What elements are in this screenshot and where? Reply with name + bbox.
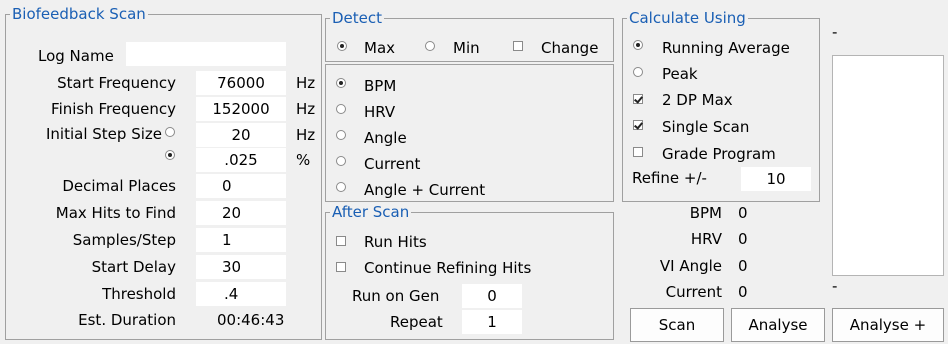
- decimal-places-label: Decimal Places: [62, 177, 176, 195]
- grade-program-label: Grade Program: [662, 145, 776, 163]
- start-delay-input[interactable]: 30: [196, 255, 286, 279]
- running-average-label: Running Average: [662, 39, 790, 57]
- current-radio[interactable]: [336, 156, 346, 166]
- vi-angle-readout-value: 0: [738, 257, 748, 275]
- calculate-using-title: Calculate Using: [627, 9, 748, 27]
- angle-label: Angle: [364, 129, 407, 147]
- run-hits-label: Run Hits: [364, 233, 427, 251]
- step-percent-unit: %: [296, 151, 311, 169]
- running-average-radio[interactable]: [633, 40, 643, 50]
- detect-change-label: Change: [541, 39, 599, 57]
- samples-step-input[interactable]: 1: [196, 228, 286, 252]
- detect-min-label: Min: [453, 39, 480, 57]
- max-hits-label: Max Hits to Find: [55, 204, 176, 222]
- two-dp-max-checkbox[interactable]: [633, 94, 643, 104]
- results-listbox[interactable]: [832, 55, 944, 276]
- vi-angle-readout-label: VI Angle: [659, 257, 722, 275]
- start-frequency-input[interactable]: 76000: [196, 71, 286, 95]
- after-scan-title: After Scan: [330, 203, 412, 221]
- analyse-button[interactable]: Analyse: [731, 308, 825, 342]
- detect-title: Detect: [330, 9, 385, 27]
- start-frequency-label: Start Frequency: [57, 74, 176, 92]
- step-hz-radio[interactable]: [165, 127, 175, 137]
- continue-refining-label: Continue Refining Hits: [364, 259, 532, 277]
- angle-current-radio[interactable]: [336, 182, 346, 192]
- finish-frequency-label: Finish Frequency: [51, 100, 176, 118]
- repeat-input[interactable]: 1: [462, 310, 522, 334]
- hrv-radio[interactable]: [336, 104, 346, 114]
- detect-change-checkbox[interactable]: [513, 41, 523, 51]
- finish-frequency-unit: Hz: [296, 100, 316, 118]
- detect-max-radio[interactable]: [337, 41, 347, 51]
- est-duration-value: 00:46:43: [217, 311, 285, 329]
- run-on-gen-label: Run on Gen: [352, 287, 440, 305]
- max-hits-input[interactable]: 20: [196, 201, 286, 225]
- bpm-readout-label: BPM: [689, 204, 722, 222]
- refine-input[interactable]: 10: [741, 167, 811, 191]
- current-readout-value: 0: [738, 283, 748, 301]
- scan-button[interactable]: Scan: [630, 308, 724, 342]
- hrv-readout-label: HRV: [690, 230, 722, 248]
- start-delay-label: Start Delay: [91, 258, 176, 276]
- single-scan-checkbox[interactable]: [633, 120, 643, 130]
- detect-min-radio[interactable]: [425, 41, 435, 51]
- hrv-readout-value: 0: [738, 230, 748, 248]
- start-frequency-unit: Hz: [296, 74, 316, 92]
- bpm-readout-value: 0: [738, 204, 748, 222]
- current-label: Current: [364, 155, 421, 173]
- run-on-gen-input[interactable]: 0: [462, 284, 522, 308]
- current-readout-label: Current: [665, 283, 722, 301]
- initial-step-size-label: Initial Step Size: [46, 125, 162, 143]
- single-scan-label: Single Scan: [662, 118, 750, 136]
- peak-radio[interactable]: [633, 67, 643, 77]
- bpm-label: BPM: [364, 77, 397, 95]
- threshold-label: Threshold: [102, 285, 176, 303]
- finish-frequency-input[interactable]: 152000: [196, 97, 286, 121]
- biofeedback-scan-title: Biofeedback Scan: [10, 5, 148, 23]
- step-hz-unit: Hz: [296, 126, 316, 144]
- step-percent-radio[interactable]: [165, 150, 175, 160]
- peak-label: Peak: [662, 65, 698, 83]
- repeat-label: Repeat: [390, 313, 443, 331]
- two-dp-max-label: 2 DP Max: [662, 91, 733, 109]
- run-hits-checkbox[interactable]: [336, 236, 346, 246]
- continue-refining-checkbox[interactable]: [336, 262, 346, 272]
- threshold-input[interactable]: .4: [196, 282, 286, 306]
- hrv-label: HRV: [364, 103, 396, 121]
- log-name-input[interactable]: [126, 42, 286, 66]
- log-name-label: Log Name: [38, 47, 114, 65]
- angle-current-label: Angle + Current: [364, 181, 486, 199]
- list-top-dash: -: [832, 23, 838, 41]
- bpm-radio[interactable]: [336, 78, 346, 88]
- angle-radio[interactable]: [336, 130, 346, 140]
- decimal-places-input[interactable]: 0: [196, 174, 286, 198]
- refine-label: Refine +/-: [632, 169, 707, 187]
- est-duration-label: Est. Duration: [78, 311, 176, 329]
- list-bottom-dash: -: [832, 277, 838, 295]
- samples-step-label: Samples/Step: [72, 231, 176, 249]
- step-percent-input[interactable]: .025: [196, 148, 286, 172]
- analyse-plus-button[interactable]: Analyse +: [832, 308, 944, 342]
- step-hz-input[interactable]: 20: [196, 123, 286, 147]
- detect-max-label: Max: [364, 39, 396, 57]
- grade-program-checkbox[interactable]: [633, 147, 643, 157]
